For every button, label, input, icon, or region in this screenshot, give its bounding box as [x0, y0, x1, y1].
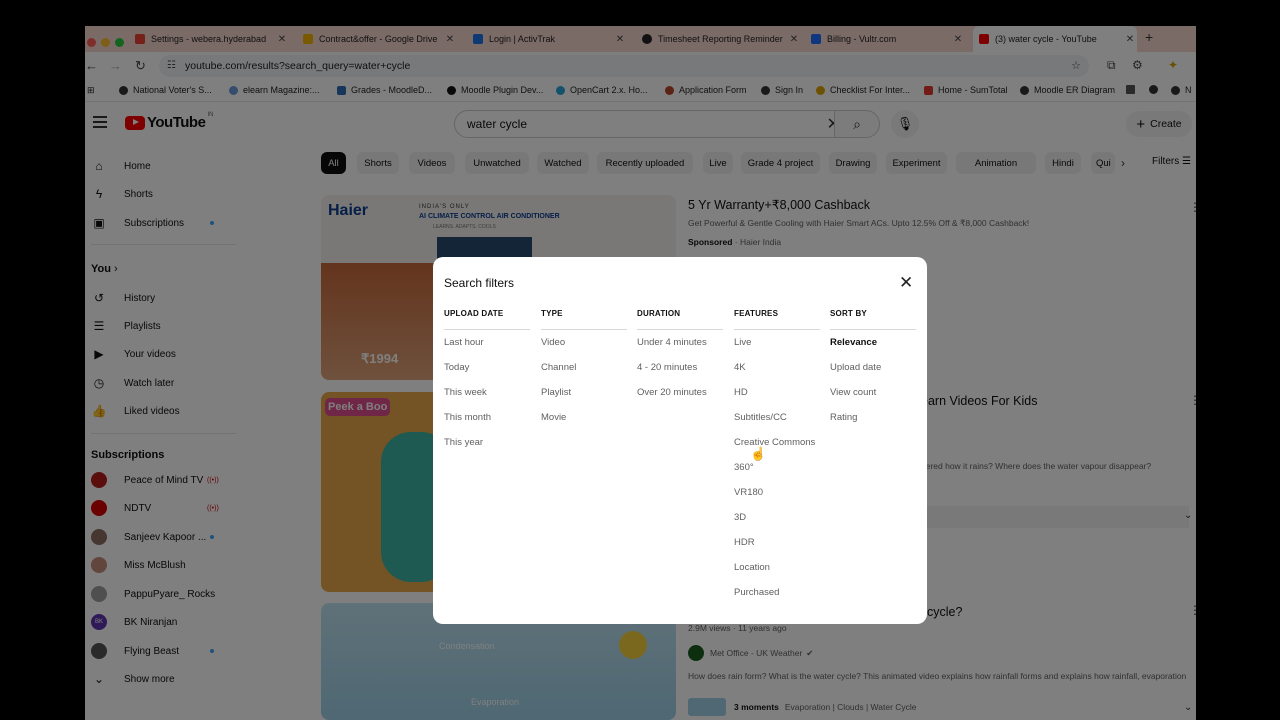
column-header: SORT BY [830, 307, 916, 330]
filter-column-type: TYPE Video Channel Playlist Movie [541, 307, 627, 430]
filter-option[interactable]: Channel [541, 355, 627, 380]
filter-column-duration: DURATION Under 4 minutes 4 - 20 minutes … [637, 307, 723, 405]
filter-option[interactable]: 4K [734, 355, 820, 380]
filter-option[interactable]: Rating [830, 405, 916, 430]
close-icon[interactable]: ✕ [899, 274, 913, 291]
search-filters-dialog: Search filters ✕ UPLOAD DATE Last hour T… [433, 257, 927, 624]
filter-option[interactable]: Playlist [541, 380, 627, 405]
column-header: DURATION [637, 307, 723, 330]
filter-option[interactable]: 3D [734, 505, 820, 530]
filter-option[interactable]: Location [734, 555, 820, 580]
filter-option[interactable]: Live [734, 330, 820, 355]
filter-column-features: FEATURES Live 4K HD Subtitles/CC Creativ… [734, 307, 820, 605]
column-header: UPLOAD DATE [444, 307, 530, 330]
column-header: FEATURES [734, 307, 820, 330]
filter-column-upload-date: UPLOAD DATE Last hour Today This week Th… [444, 307, 530, 455]
dialog-title: Search filters [444, 276, 515, 290]
filter-option[interactable]: HD [734, 380, 820, 405]
filter-option[interactable]: Upload date [830, 355, 916, 380]
filter-option[interactable]: HDR [734, 530, 820, 555]
column-header: TYPE [541, 307, 627, 330]
filter-option[interactable]: VR180 [734, 480, 820, 505]
filter-option[interactable]: Last hour [444, 330, 530, 355]
filter-option[interactable]: View count [830, 380, 916, 405]
filter-option[interactable]: Under 4 minutes [637, 330, 723, 355]
filter-option[interactable]: Subtitles/CC [734, 405, 820, 430]
filter-option[interactable]: Over 20 minutes [637, 380, 723, 405]
filter-option[interactable]: 360° [734, 455, 820, 480]
screen: Settings - webera.hyderabad✕ Contract&of… [85, 26, 1196, 720]
filter-option-selected[interactable]: Relevance [830, 330, 916, 355]
filter-option[interactable]: This month [444, 405, 530, 430]
filter-option[interactable]: This year [444, 430, 530, 455]
mouse-pointer-icon: ☝ [750, 446, 767, 461]
filter-column-sort-by: SORT BY Relevance Upload date View count… [830, 307, 916, 430]
filter-option[interactable]: Video [541, 330, 627, 355]
filter-option[interactable]: Today [444, 355, 530, 380]
filter-option[interactable]: Purchased [734, 580, 820, 605]
filter-option[interactable]: This week [444, 380, 530, 405]
filter-option[interactable]: 4 - 20 minutes [637, 355, 723, 380]
filter-option[interactable]: Movie [541, 405, 627, 430]
filter-option[interactable]: Creative Commons [734, 430, 820, 455]
